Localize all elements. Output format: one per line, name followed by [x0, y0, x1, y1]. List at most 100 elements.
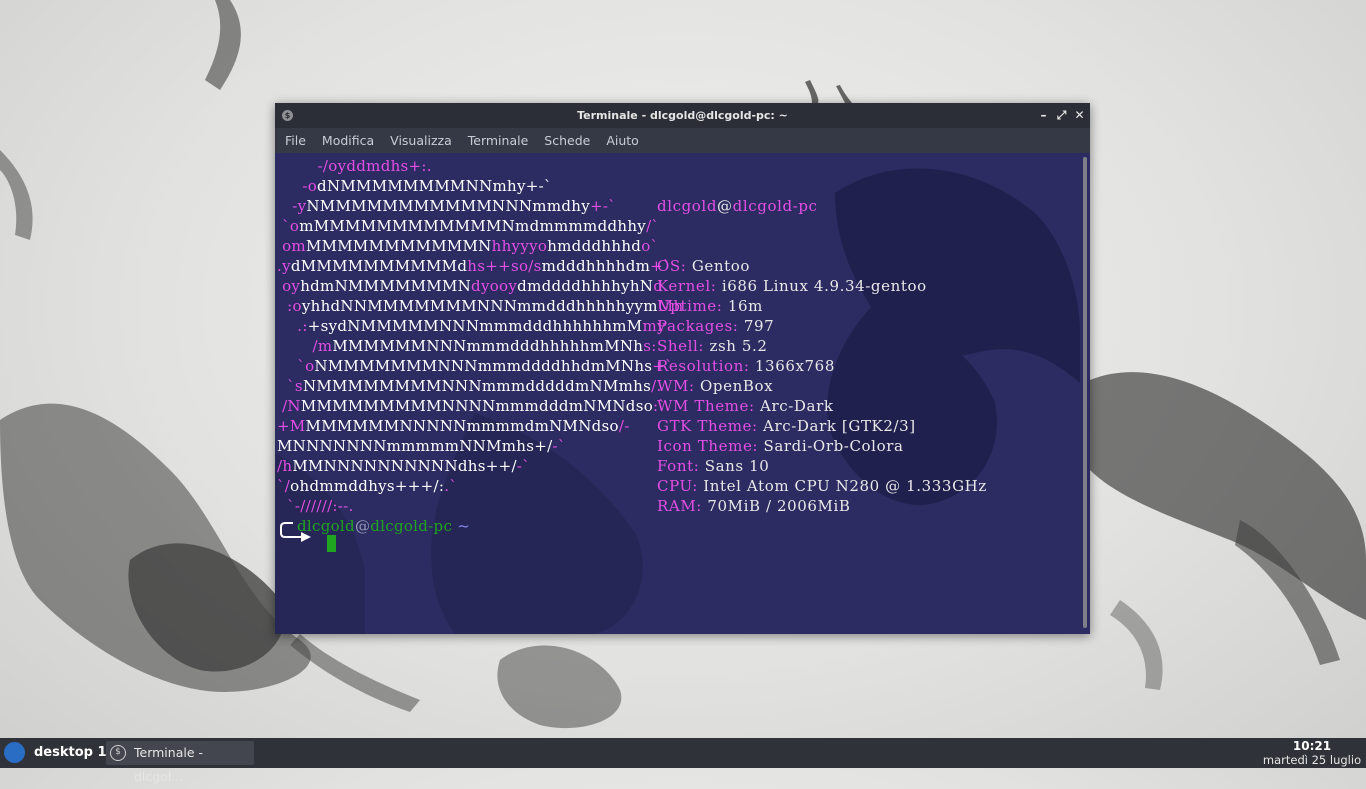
logo-segment: `-//////:--.	[277, 497, 354, 515]
info-row: CPU: Intel Atom CPU N280 @ 1.333GHz	[657, 476, 987, 496]
terminal-icon: $	[110, 745, 126, 761]
logo-line: /mMMMMMMNNNmmmdddhhhhhmMNhs:	[277, 336, 683, 356]
logo-segment: dMMMMMMMMMMd	[290, 257, 468, 275]
text-cursor	[327, 535, 336, 552]
logo-segment: ohdmmddhys+++/:	[290, 477, 445, 495]
info-row: WM: OpenBox	[657, 376, 987, 396]
info-user: dlcgold	[657, 197, 718, 215]
info-row: Shell: zsh 5.2	[657, 336, 987, 356]
logo-line: .:+sydNMMMMMNNNmmmdddhhhhhhmMmy	[277, 316, 683, 336]
logo-segment: NMMMMMMMMMMMNNNmmdhy	[306, 197, 590, 215]
clock[interactable]: 10:21 martedì 25 luglio	[1262, 739, 1362, 768]
gentoo-logo-icon[interactable]	[4, 742, 25, 763]
logo-segment: mMMMMMMMMMMMMNmdmmmmddhhy	[299, 217, 647, 235]
info-key: CPU:	[657, 477, 698, 495]
info-key: Font:	[657, 457, 700, 475]
info-value: zsh 5.2	[709, 337, 768, 355]
logo-line: -odNMMMMMMMMNNmhy+-`	[277, 176, 683, 196]
logo-segment: hdmNMMMMMMMN	[300, 277, 472, 295]
logo-line: -/oyddmdhs+:.	[277, 156, 683, 176]
info-key: WM Theme:	[657, 397, 755, 415]
logo-line: /NMMMMMMMMMNNNNmmmdddmNMNdso:`	[277, 396, 683, 416]
desktop-switcher[interactable]: desktop 1	[34, 738, 107, 768]
info-row: Kernel: i686 Linux 4.9.34-gentoo	[657, 276, 987, 296]
prompt-user: dlcgold	[297, 517, 355, 535]
logo-line: `sNMMMMMMMMNNNmmmdddddmNMmhs/.	[277, 376, 683, 396]
maximize-icon[interactable]: ⤢	[1053, 103, 1070, 128]
info-key: Packages:	[657, 317, 739, 335]
info-key: Resolution:	[657, 357, 750, 375]
info-value: 1366x768	[754, 357, 835, 375]
logo-segment: MMMMMMNNNmmmdddhhhhhmMNh	[332, 337, 644, 355]
info-row: GTK Theme: Arc-Dark [GTK2/3]	[657, 416, 987, 436]
shell-prompt: dlcgold@dlcgold-pc ~	[297, 516, 470, 536]
menu-terminale[interactable]: Terminale	[460, 128, 537, 153]
close-icon[interactable]: ✕	[1071, 103, 1088, 128]
info-key: RAM:	[657, 497, 702, 515]
info-value: i686 Linux 4.9.34-gentoo	[721, 277, 927, 295]
clock-time: 10:21	[1292, 739, 1332, 753]
info-key: GTK Theme:	[657, 417, 758, 435]
menu-visualizza[interactable]: Visualizza	[382, 128, 460, 153]
terminal-window[interactable]: $ Terminale - dlcgold@dlcgold-pc: ~ – ⤢ …	[275, 103, 1090, 634]
logo-line: :oyhhdNNMMMMMMMNNNmmdddhhhhhyymMh	[277, 296, 683, 316]
info-value: 797	[743, 317, 775, 335]
taskbar-terminal-item[interactable]: $ Terminale - dlcgol...	[106, 741, 254, 784]
info-row: Resolution: 1366x768	[657, 356, 987, 376]
info-key: Shell:	[657, 337, 705, 355]
info-key: Kernel:	[657, 277, 717, 295]
logo-segment: oy	[277, 277, 301, 295]
logo-segment: +sydNMMMMMNNNmmmdddhhhhhhmM	[307, 317, 643, 335]
scrollbar[interactable]	[1080, 153, 1090, 634]
logo-line: `/ohdmmddhys+++/:.`	[277, 476, 683, 496]
logo-segment: hmdddhhhd	[547, 237, 642, 255]
prompt-host: dlcgold-pc	[370, 517, 453, 535]
scrollbar-thumb[interactable]	[1083, 157, 1087, 628]
info-value: Arc-Dark	[760, 397, 834, 415]
logo-line: `-//////:--.	[277, 496, 683, 516]
menu-aiuto[interactable]: Aiuto	[598, 128, 647, 153]
info-row: Icon Theme: Sardi-Orb-Colora	[657, 436, 987, 456]
info-row: Font: Sans 10	[657, 456, 987, 476]
info-at: @	[717, 197, 733, 215]
window-titlebar[interactable]: $ Terminale - dlcgold@dlcgold-pc: ~ – ⤢ …	[275, 103, 1090, 128]
logo-segment: s:	[643, 337, 657, 355]
terminal-output[interactable]: -/oyddmdhs+:. -odNMMMMMMMMNNmhy+-` -yNMM…	[275, 153, 1080, 634]
terminal-icon[interactable]: $	[282, 110, 293, 121]
taskbar-task-label: Terminale - dlcgol...	[134, 745, 204, 784]
info-row: WM Theme: Arc-Dark	[657, 396, 987, 416]
info-value: Sardi-Orb-Colora	[763, 437, 904, 455]
logo-segment: /-	[618, 417, 630, 435]
info-value: Gentoo	[691, 257, 751, 275]
logo-segment: .y	[277, 257, 291, 275]
logo-segment: MNNNNNNNmmmmmNNMmhs+/	[277, 437, 553, 455]
menu-file[interactable]: File	[277, 128, 314, 153]
window-title: Terminale - dlcgold@dlcgold-pc: ~	[577, 109, 788, 122]
logo-segment: dNMMMMMMMMNNmhy+-`	[317, 177, 552, 195]
info-row: OS: Gentoo	[657, 256, 987, 276]
logo-segment: NMMMMMMMMNNNmmmdddddmNMmhs	[302, 377, 652, 395]
logo-segment: mdddhhhhdm	[541, 257, 651, 275]
logo-segment: /N	[277, 397, 301, 415]
logo-line: MNNNNNNNmmmmmNNMmhs+/-`	[277, 436, 683, 456]
info-host: dlcgold-pc	[732, 197, 818, 215]
menu-modifica[interactable]: Modifica	[314, 128, 382, 153]
logo-segment: /m	[277, 337, 333, 355]
logo-segment: `o	[277, 357, 315, 375]
info-value: Arc-Dark [GTK2/3]	[763, 417, 916, 435]
logo-segment: om	[277, 237, 306, 255]
prompt-at: @	[354, 517, 371, 535]
logo-segment: dyooy	[471, 277, 518, 295]
taskbar: desktop 1 $ Terminale - dlcgol... 10:21 …	[0, 738, 1366, 784]
logo-line: .ydMMMMMMMMMMdhs++so/smdddhhhhdm+`	[277, 256, 683, 276]
logo-segment: -`	[552, 437, 566, 455]
menu-schede[interactable]: Schede	[536, 128, 598, 153]
minimize-icon[interactable]: –	[1035, 103, 1052, 128]
logo-line: omMMMMMMMMMMMNhhyyyohmdddhhhdo`	[277, 236, 683, 256]
logo-segment: hhyyyo	[491, 237, 548, 255]
info-key: Uptime:	[657, 297, 723, 315]
info-value: OpenBox	[700, 377, 774, 395]
logo-segment: /h	[277, 457, 293, 475]
logo-segment: :o	[277, 297, 302, 315]
info-key: WM:	[657, 377, 695, 395]
